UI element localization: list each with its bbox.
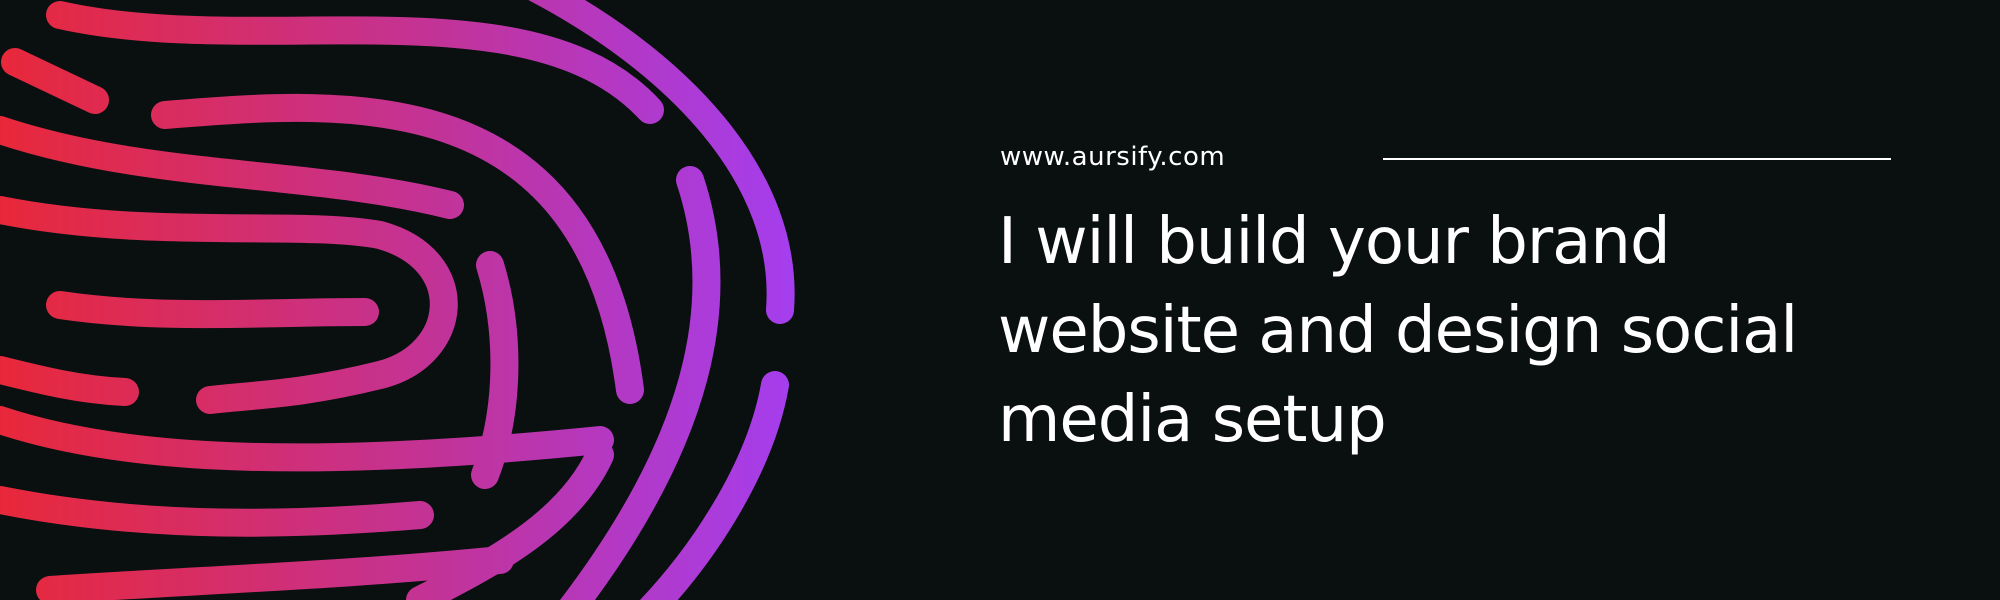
website-url: www.aursify.com	[1000, 142, 1226, 172]
brand-banner: www.aursify.com I will build your brand …	[0, 0, 2000, 600]
headline: I will build your brand website and desi…	[998, 205, 1798, 457]
fingerprint-icon	[0, 0, 795, 600]
divider-line	[1383, 158, 1891, 160]
